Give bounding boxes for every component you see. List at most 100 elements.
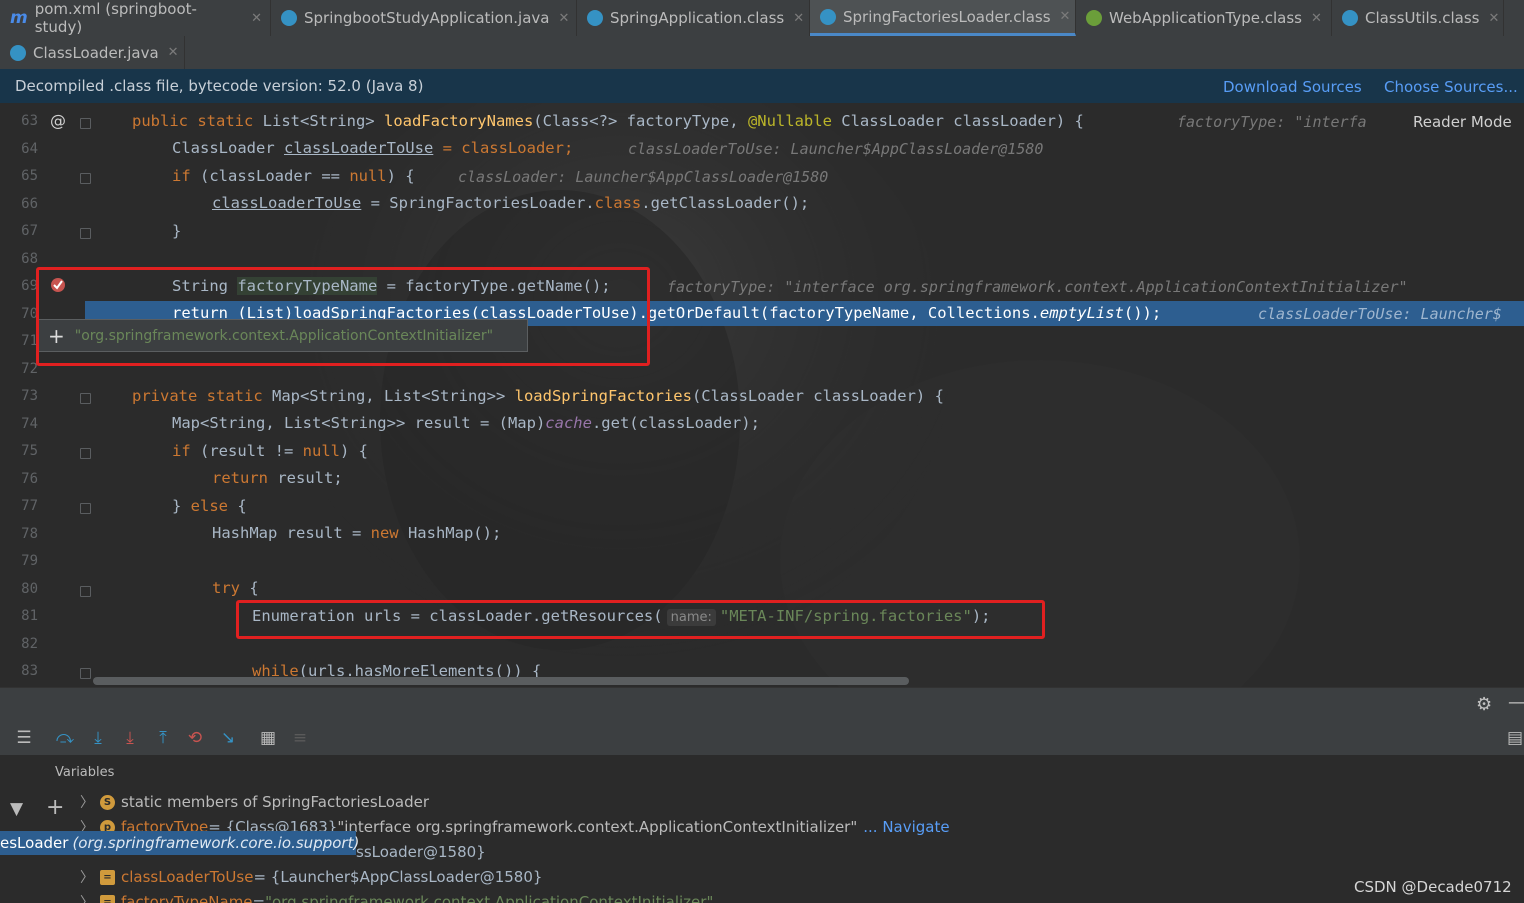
navigate-link[interactable]: ... Navigate — [863, 818, 949, 836]
fold-icon[interactable] — [80, 503, 91, 514]
close-icon[interactable]: ✕ — [168, 45, 179, 60]
params: (Class<?> factoryType, — [533, 112, 748, 130]
gear-icon[interactable]: ⚙ — [1476, 694, 1492, 715]
type: String — [172, 277, 238, 295]
line-number: 78 — [21, 526, 38, 542]
editor-tab-bar: m pom.xml (springboot-study) ✕ Springboo… — [0, 0, 1524, 37]
variable-row[interactable]: 〉 = factoryTypeName = "org.springframewo… — [80, 891, 713, 903]
chevron-right-icon[interactable]: 〉 — [80, 892, 100, 903]
tab-springfactoriesloader[interactable]: SpringFactoriesLoader.class ✕ — [810, 0, 1076, 36]
variable-value: = {Launcher$AppClassLoader@1580} — [253, 868, 543, 886]
fold-icon[interactable] — [80, 586, 91, 597]
code-text: { — [237, 497, 247, 515]
drop-frame-icon[interactable]: ⟲ — [185, 728, 205, 748]
annotation: @Nullable — [747, 112, 842, 130]
local-variable-icon: = — [100, 869, 115, 885]
class-icon — [281, 10, 297, 26]
code-line-80: try { — [212, 579, 259, 597]
type: ClassLoader — [172, 139, 284, 157]
static-icon: S — [100, 794, 115, 810]
variables-panel: Variables ▼ + 〉 S static members of Spri… — [0, 755, 1524, 903]
download-sources-link[interactable]: Download Sources — [1223, 78, 1362, 96]
variable-value: = — [252, 893, 266, 903]
fold-icon[interactable] — [80, 668, 91, 679]
step-over-icon[interactable]: ⤼ — [55, 728, 75, 748]
method-name: loadFactoryNames — [383, 112, 534, 130]
line-number: 83 — [21, 663, 38, 679]
static-field: cache — [545, 414, 592, 432]
tab-springbootstudyapplication[interactable]: SpringbootStudyApplication.java ✕ — [271, 0, 577, 36]
code-line-73: private static Map<String, List<String>>… — [132, 387, 944, 405]
fold-icon[interactable] — [80, 173, 91, 184]
line-number: 79 — [21, 553, 38, 569]
class-icon — [10, 44, 26, 61]
step-into-icon[interactable]: ⤓ — [88, 728, 108, 748]
keyword: new — [370, 524, 408, 542]
code-text: (classLoader == — [200, 167, 350, 185]
keyword: null — [302, 442, 340, 460]
inline-value-hint: classLoaderToUse: Launcher$AppClassLoade… — [628, 140, 1044, 158]
line-number: 70 — [21, 306, 38, 322]
menu-icon[interactable]: ☰ — [14, 728, 34, 748]
code-editor[interactable]: 63 64 65 66 67 68 69 70 71 72 73 74 75 7… — [0, 103, 1524, 687]
code-text: ()); — [1123, 304, 1162, 322]
expand-plus-icon[interactable]: + — [48, 324, 65, 348]
code-text: = SpringFactoriesLoader. — [361, 194, 595, 212]
code-line-63: public static List<String> loadFactoryNa… — [132, 112, 1084, 130]
line-number: 73 — [21, 388, 38, 404]
filter-icon[interactable]: ▼ — [10, 799, 23, 819]
tab-springapplication[interactable]: SpringApplication.class ✕ — [577, 0, 810, 36]
close-icon[interactable]: ✕ — [793, 11, 804, 26]
tab-label: WebApplicationType.class — [1109, 9, 1302, 27]
reader-mode-button[interactable]: Reader Mode — [1413, 113, 1512, 131]
close-icon[interactable]: ✕ — [558, 11, 569, 26]
variables-title: Variables — [55, 765, 115, 780]
layout-icon[interactable]: ▤ — [1505, 728, 1524, 748]
variable-string: "org.springframework.context.Application… — [265, 893, 714, 903]
fold-icon[interactable] — [80, 448, 91, 459]
add-watch-icon[interactable]: + — [46, 795, 64, 820]
tab-webapplicationtype[interactable]: WebApplicationType.class ✕ — [1076, 0, 1332, 36]
choose-sources-link[interactable]: Choose Sources... — [1384, 78, 1518, 96]
decompiled-banner: Decompiled .class file, bytecode version… — [0, 69, 1524, 103]
line-number: 63 — [21, 113, 38, 129]
fold-icon[interactable] — [80, 228, 91, 239]
evaluate-expression-icon[interactable]: ▦ — [258, 728, 278, 748]
horizontal-scrollbar[interactable] — [93, 677, 909, 685]
close-icon[interactable]: ✕ — [1488, 11, 1499, 26]
minimize-icon[interactable]: — — [1508, 692, 1524, 713]
tab-label: ClassLoader.java — [33, 43, 159, 62]
code-text: Map<String, List<String>> result = (Map) — [172, 414, 546, 432]
code-text: = factoryType.getName(); — [377, 277, 611, 295]
variable-row[interactable]: 〉 = classLoaderToUse = {Launcher$AppClas… — [80, 866, 542, 888]
fold-icon[interactable] — [80, 118, 91, 129]
code-text: } — [172, 497, 191, 515]
force-step-into-icon[interactable]: ⤓ — [120, 728, 140, 748]
tab-pom-xml[interactable]: m pom.xml (springboot-study) ✕ — [0, 0, 271, 36]
tab-classloader[interactable]: ClassLoader.java ✕ — [0, 36, 185, 69]
keyword: else — [190, 497, 238, 515]
trace-icon[interactable]: ≡ — [290, 728, 310, 748]
run-to-cursor-icon[interactable]: ↘ — [218, 728, 238, 748]
close-icon[interactable]: ✕ — [1311, 11, 1322, 26]
override-at-icon[interactable]: @ — [50, 111, 66, 130]
breakpoint-icon[interactable] — [50, 277, 66, 293]
line-number: 69 — [21, 278, 38, 294]
tooltip-value: "org.springframework.context.Application… — [74, 327, 494, 344]
close-icon[interactable]: ✕ — [251, 11, 262, 26]
chevron-right-icon[interactable]: 〉 — [80, 867, 100, 887]
code-text: ) { — [386, 167, 415, 185]
close-icon[interactable]: ✕ — [1060, 9, 1071, 24]
inline-value-hint: classLoader: Launcher$AppClassLoader@158… — [458, 168, 829, 186]
params: (ClassLoader classLoader) { — [691, 387, 944, 405]
value-tooltip: + "org.springframework.context.Applicati… — [38, 319, 528, 352]
step-out-icon[interactable]: ⤒ — [153, 728, 173, 748]
line-number: 76 — [21, 471, 38, 487]
code-line-74: Map<String, List<String>> result = (Map)… — [172, 414, 760, 432]
chevron-right-icon[interactable]: 〉 — [80, 792, 100, 812]
variable-row[interactable]: 〉 S static members of SpringFactoriesLoa… — [80, 791, 429, 813]
tab-classutils[interactable]: ClassUtils.class ✕ — [1332, 0, 1504, 36]
fold-icon[interactable] — [80, 393, 91, 404]
variable-row[interactable]: ssLoader@1580} — [356, 841, 486, 863]
frame-package: (org.springframework.core.io.support) — [72, 834, 360, 852]
